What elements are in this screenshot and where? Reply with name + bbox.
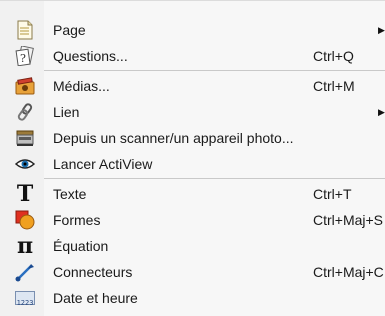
menu-item-actiview[interactable]: Lancer ActiView (0, 151, 385, 177)
submenu-arrow-icon: ▶ (378, 106, 385, 117)
media-icon (14, 75, 36, 97)
pi-icon: π (14, 235, 36, 257)
menu-item-label: Lancer ActiView (53, 156, 153, 172)
menu-separator (44, 178, 385, 179)
menu-item-label: Date et heure (53, 290, 138, 306)
eye-icon (14, 153, 36, 175)
scanner-icon (14, 127, 36, 149)
questions-icon: ? (14, 45, 36, 67)
menu-item-label: Connecteurs (53, 264, 133, 280)
menu-item-label: Équation (53, 238, 109, 254)
link-icon (14, 101, 36, 123)
page-icon (14, 19, 36, 41)
menu-item-shortcut: Ctrl+Maj+S (313, 212, 384, 228)
svg-text:?: ? (20, 52, 26, 65)
menu-item-label: Médias... (53, 78, 110, 94)
insert-menu: Page ▶ ? Questions... Ctrl+Q Médias... C… (0, 0, 385, 316)
menu-item-connecteurs[interactable]: Connecteurs Ctrl+Maj+C (0, 259, 385, 285)
menu-item-shortcut: Ctrl+Maj+C (313, 264, 384, 280)
menu-item-label: Questions... (53, 48, 128, 64)
menu-item-date-heure[interactable]: 1223 Date et heure (0, 285, 385, 311)
menu-item-label: Texte (53, 186, 87, 202)
menu-item-texte[interactable]: T Texte Ctrl+T (0, 181, 385, 207)
menu-item-formes[interactable]: Formes Ctrl+Maj+S (0, 207, 385, 233)
menu-item-scanner[interactable]: Depuis un scanner/un appareil photo... (0, 125, 385, 151)
menu-item-label: Depuis un scanner/un appareil photo... (53, 130, 294, 146)
menu-item-shortcut: Ctrl+M (313, 78, 355, 94)
menu-item-lien[interactable]: Lien ▶ (0, 99, 385, 125)
connector-icon (14, 261, 36, 283)
menu-item-page[interactable]: Page ▶ (0, 17, 385, 43)
submenu-arrow-icon: ▶ (378, 24, 385, 35)
pi-icon-glyph: π (16, 233, 34, 259)
calendar-icon: 1223 (14, 287, 36, 309)
menu-separator (44, 70, 385, 71)
menu-item-label: Formes (53, 212, 101, 228)
menu-item-questions[interactable]: ? Questions... Ctrl+Q (0, 43, 385, 69)
menu-item-medias[interactable]: Médias... Ctrl+M (0, 73, 385, 99)
menu-item-label: Page (53, 22, 86, 38)
calendar-icon-text: 1223 (16, 299, 34, 307)
menu-item-label: Lien (53, 104, 80, 120)
text-icon: T (14, 183, 36, 205)
calendar-icon-box: 1223 (15, 291, 35, 307)
menu-item-shortcut: Ctrl+Q (313, 48, 354, 64)
menu-item-equation[interactable]: π Équation (0, 233, 385, 259)
text-icon-glyph: T (16, 181, 34, 207)
menu-item-shortcut: Ctrl+T (313, 186, 352, 202)
shapes-icon (14, 209, 36, 231)
